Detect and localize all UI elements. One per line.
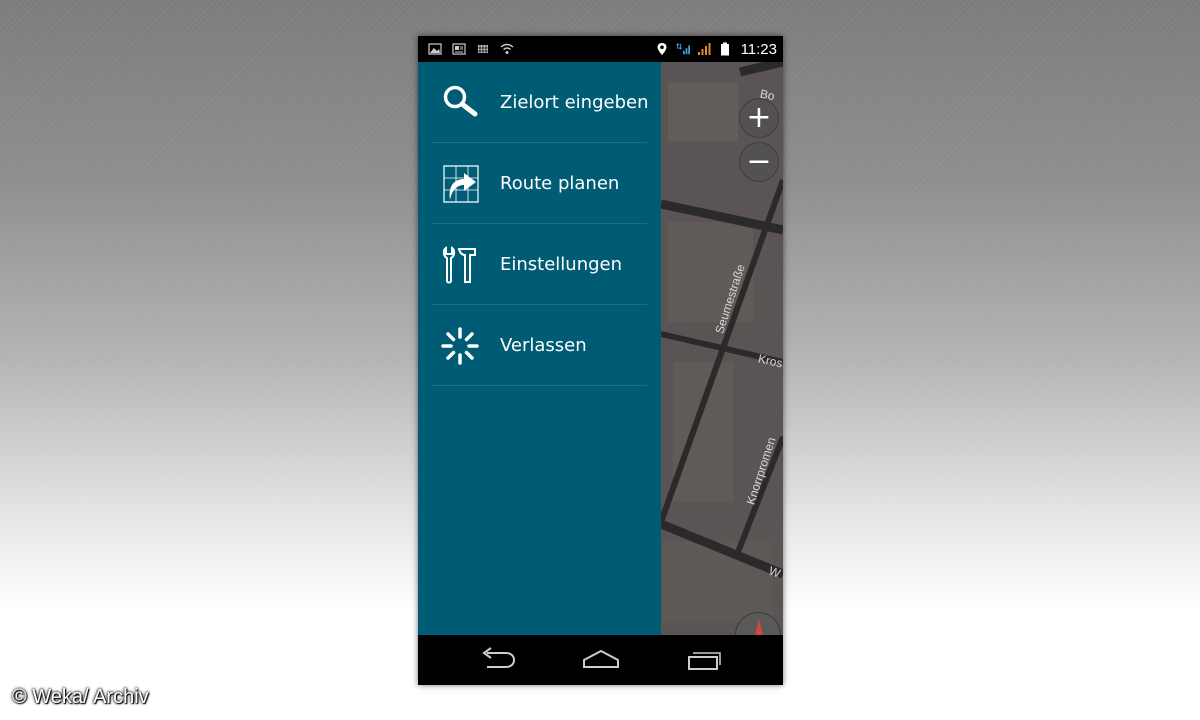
home-icon — [582, 649, 619, 668]
screen-content: Bo Seumestraße Kros Knorrpromen W + − Zi… — [418, 62, 783, 635]
menu-label: Zielort eingeben — [500, 92, 649, 113]
status-clock: 11:23 — [740, 40, 777, 58]
location-pin-icon — [657, 43, 667, 55]
status-bar: 11:23 — [418, 36, 783, 62]
wifi-icon — [500, 43, 514, 54]
zoom-in-button[interactable]: + — [739, 98, 779, 138]
compass-icon — [755, 619, 763, 635]
home-button[interactable] — [581, 645, 621, 675]
recent-apps-button[interactable] — [684, 645, 724, 675]
search-icon — [440, 83, 480, 123]
menu-item-zielort[interactable]: Zielort eingeben — [418, 62, 661, 143]
grid-icon — [478, 45, 488, 53]
image-icon — [452, 43, 466, 55]
menu-item-route[interactable]: Route planen — [418, 143, 661, 224]
tools-icon — [440, 245, 480, 285]
back-icon — [481, 647, 515, 668]
copyright-watermark: © Weka/ Archiv — [12, 686, 149, 708]
menu-item-einstellungen[interactable]: Einstellungen — [418, 224, 661, 305]
menu-label: Verlassen — [500, 335, 587, 356]
gallery-icon — [428, 43, 442, 55]
system-nav-bar — [418, 635, 783, 685]
navigation-drawer: Zielort eingeben Route planen Einstellun… — [418, 62, 661, 635]
menu-label: Route planen — [500, 173, 620, 194]
phone-frame: 11:23 Bo Seumestraße Kros Knorrpromen W — [418, 36, 783, 685]
back-button[interactable] — [478, 645, 518, 675]
recent-apps-icon — [687, 652, 721, 670]
data-signal-icon — [675, 43, 690, 55]
menu-item-verlassen[interactable]: Verlassen — [418, 305, 661, 386]
compass-button[interactable] — [735, 612, 781, 635]
exit-burst-icon — [440, 326, 480, 366]
menu-label: Einstellungen — [500, 254, 623, 275]
route-arrow-icon — [440, 164, 480, 204]
zoom-out-button[interactable]: − — [739, 142, 779, 182]
battery-icon — [720, 42, 729, 56]
cell-signal-icon — [697, 43, 711, 55]
